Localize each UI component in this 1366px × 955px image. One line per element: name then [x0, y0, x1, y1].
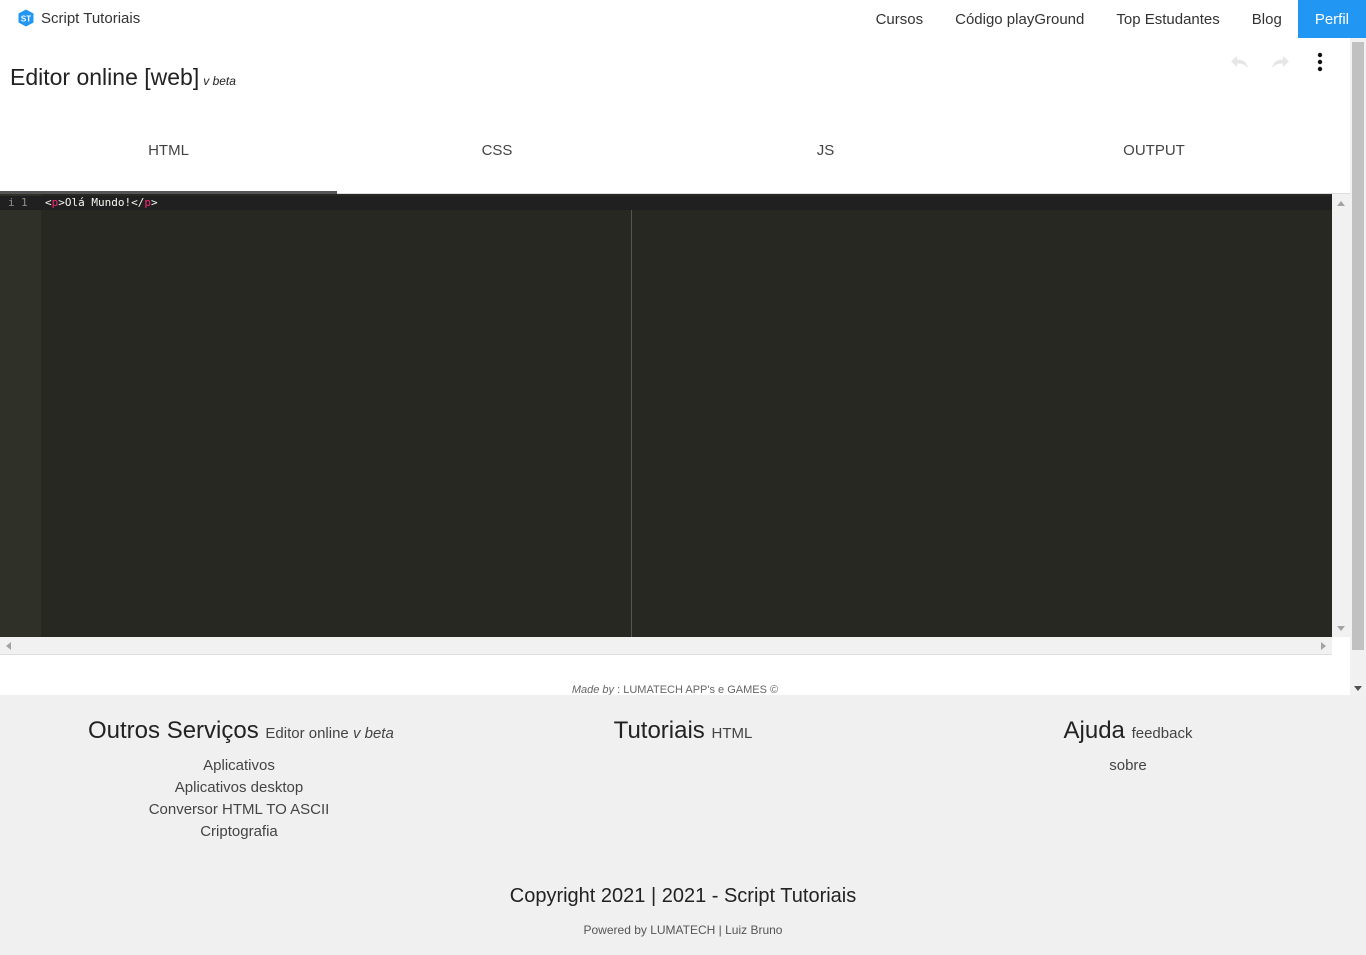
brand-name: Script Tutoriais	[41, 9, 141, 27]
top-navbar: ST Script Tutoriais Cursos Código playGr…	[0, 0, 1366, 38]
nav-link-cursos[interactable]: Cursos	[860, 0, 940, 38]
editor-toolbar	[1230, 52, 1330, 72]
footer-heading-text: Outros Serviços	[88, 717, 259, 744]
main-panel: Editor online [web] v beta HTML CSS JS OU…	[0, 38, 1350, 696]
footer-link-criptografia[interactable]: Criptografia	[88, 821, 390, 843]
code-line[interactable]: <p>Olá Mundo!</p>	[45, 196, 158, 209]
footer: Outros Serviços Editor online v beta Apl…	[0, 695, 1366, 955]
code-text: Olá Mundo!	[64, 196, 132, 209]
print-margin-line	[631, 210, 632, 637]
version-label: v beta	[203, 74, 236, 88]
code-bracket: >	[150, 196, 158, 209]
active-line-highlight	[0, 196, 1332, 210]
brand-link[interactable]: ST Script Tutoriais	[17, 9, 140, 27]
nav-link-top-estudantes[interactable]: Top Estudantes	[1100, 0, 1235, 38]
powered-by-text: Powered by LUMATECH | Luiz Bruno	[583, 923, 783, 937]
tab-html[interactable]: HTML	[0, 108, 337, 194]
tab-css[interactable]: CSS	[337, 108, 657, 193]
footer-list-ajuda: sobre	[1028, 755, 1228, 777]
code-bracket: >	[58, 196, 65, 209]
brand-logo-icon: ST	[18, 9, 34, 27]
footer-subheading: Editor online v beta	[265, 725, 393, 742]
scroll-down-icon[interactable]	[1337, 626, 1345, 631]
page-scroll-down-icon[interactable]	[1354, 686, 1362, 691]
code-bracket: </	[131, 196, 145, 209]
nav-links: Cursos Código playGround Top Estudantes …	[860, 0, 1366, 38]
footer-col-outros-servicos: Outros Serviços Editor online v beta Apl…	[88, 717, 394, 843]
tab-js[interactable]: JS	[657, 108, 994, 193]
scroll-left-icon[interactable]	[6, 642, 11, 650]
footer-heading-text: Tutoriais	[613, 717, 705, 744]
nav-link-perfil[interactable]: Perfil	[1297, 0, 1366, 38]
footer-link-conversor-html-ascii[interactable]: Conversor HTML TO ASCII	[88, 799, 390, 821]
editor-horizontal-scrollbar[interactable]	[0, 637, 1332, 655]
footer-list-outros-servicos: Aplicativos Aplicativos desktop Converso…	[88, 755, 390, 843]
scroll-right-icon[interactable]	[1321, 642, 1326, 650]
brand-logo-text: ST	[21, 15, 31, 24]
editor-gutter	[0, 194, 41, 637]
footer-sub-em: v beta	[352, 725, 394, 742]
footer-link-sobre[interactable]: sobre	[1028, 755, 1228, 777]
footer-link-aplicativos[interactable]: Aplicativos	[88, 755, 390, 777]
footer-heading-text: Ajuda	[1063, 717, 1125, 744]
nav-link-codigo-playground[interactable]: Código playGround	[939, 0, 1100, 38]
footer-heading-tutoriais: Tutoriais HTML	[583, 717, 783, 745]
page-title-text: Editor online [web]	[10, 64, 200, 90]
more-vert-icon[interactable]	[1310, 52, 1330, 72]
code-bracket: <	[45, 196, 52, 209]
footer-sub-text: Editor online	[265, 725, 349, 742]
footer-link-aplicativos-desktop[interactable]: Aplicativos desktop	[88, 777, 390, 799]
footer-heading-outros-servicos: Outros Serviços Editor online v beta	[88, 717, 394, 745]
line-number: 1	[21, 196, 28, 209]
code-tag-close: p	[144, 196, 151, 209]
code-editor[interactable]: i 1 <p>Olá Mundo!</p>	[0, 194, 1350, 637]
footer-col-ajuda: Ajuda feedback sobre	[1028, 717, 1228, 777]
editor-vertical-scrollbar[interactable]	[1332, 194, 1350, 637]
copyright-text: Copyright 2021 | 2021 - Script Tutoriais	[509, 885, 857, 907]
editor-tabs: HTML CSS JS OUTPUT	[0, 108, 1350, 194]
page-scrollbar-thumb[interactable]	[1352, 42, 1364, 650]
undo-icon[interactable]	[1230, 52, 1250, 72]
redo-icon[interactable]	[1270, 52, 1290, 72]
page-title: Editor online [web] v beta	[10, 64, 236, 91]
page-scrollbar[interactable]	[1350, 38, 1366, 695]
tab-output[interactable]: OUTPUT	[994, 108, 1314, 193]
nav-link-blog[interactable]: Blog	[1236, 0, 1298, 38]
footer-link-html[interactable]: HTML	[711, 725, 752, 742]
footer-heading-ajuda: Ajuda feedback	[1028, 717, 1228, 745]
footer-link-feedback[interactable]: feedback	[1132, 725, 1193, 742]
line-info-icon: i	[8, 196, 15, 209]
footer-col-tutoriais: Tutoriais HTML	[583, 717, 783, 745]
scroll-up-icon[interactable]	[1337, 201, 1345, 206]
